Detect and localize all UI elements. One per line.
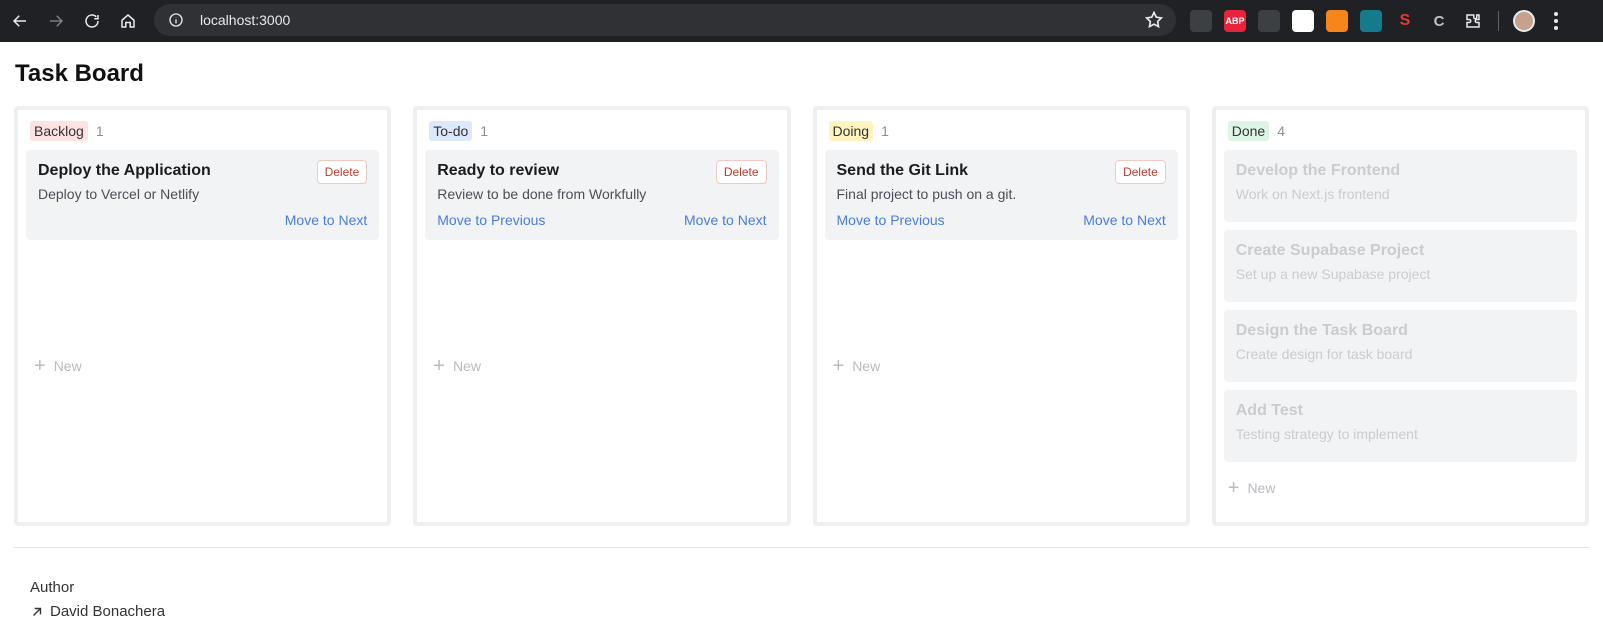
task-title: Create Supabase Project — [1235, 242, 1425, 259]
author-link[interactable]: David Bonachera — [30, 603, 165, 620]
metamask-icon[interactable] — [1326, 10, 1348, 32]
author-name[interactable]: David Bonachera — [50, 603, 165, 620]
page-title: Task Board — [15, 60, 144, 87]
column-header: To-do 1 — [425, 120, 778, 142]
new-task-label: New — [1247, 480, 1276, 496]
address-bar[interactable]: localhost:3000 — [154, 4, 1176, 36]
task-card[interactable]: Create Supabase Project Set up a new Supa… — [1223, 230, 1577, 302]
plus-icon: + — [832, 355, 845, 377]
card-actions: Move to Previous Move to Next — [437, 212, 766, 230]
bookmark-star-icon[interactable] — [1144, 10, 1164, 30]
site-info-icon[interactable] — [166, 10, 186, 30]
task-title: Develop the Frontend — [1235, 162, 1401, 179]
reload-icon[interactable] — [74, 3, 110, 39]
task-description: Work on Next.js frontend — [1235, 186, 1390, 202]
plus-icon: + — [433, 355, 445, 377]
column-count: 1 — [95, 123, 104, 139]
teal-ext-icon[interactable] — [1360, 10, 1382, 32]
red-s-ext-icon[interactable]: S — [1394, 10, 1416, 32]
task-title: Add Test — [1235, 402, 1304, 419]
task-card[interactable]: Deploy the Application Deploy to Vercel o… — [26, 150, 380, 240]
forward-icon[interactable] — [38, 3, 74, 39]
toolbar-separator — [1498, 11, 1499, 31]
new-task-label: New — [852, 358, 881, 374]
column-count: 1 — [881, 123, 889, 139]
cloud-ext-icon[interactable] — [1190, 10, 1212, 32]
add-new-task-button[interactable]: + New — [429, 356, 481, 376]
column-header: Backlog 1 — [26, 120, 379, 142]
task-description: Deploy to Vercel or Netlify — [38, 186, 200, 202]
move-next-link[interactable]: Move to Next — [684, 212, 766, 230]
task-card[interactable]: Send the Git Link Final project to push o… — [824, 150, 1178, 240]
c-ext-icon[interactable]: C — [1428, 10, 1450, 32]
task-description: Set up a new Supabase project — [1235, 266, 1431, 282]
task-description: Create design for task board — [1235, 346, 1413, 362]
puzzle-extensions-icon[interactable] — [1462, 10, 1484, 32]
task-description: Review to be done from Workfully — [437, 186, 647, 202]
plus-icon: + — [1227, 477, 1240, 499]
add-new-task-button[interactable]: + New — [30, 356, 82, 376]
url-text[interactable]: localhost:3000 — [200, 12, 290, 28]
home-icon[interactable] — [110, 3, 146, 39]
column-status-badge: Done — [1227, 121, 1270, 141]
column-status-badge: Doing — [828, 121, 874, 141]
eyes-ext-icon[interactable] — [1292, 10, 1314, 32]
plus-icon: + — [34, 355, 46, 377]
author-label: Author — [30, 579, 75, 596]
task-description: Final project to push on a git. — [836, 186, 1017, 202]
back-icon[interactable] — [2, 3, 38, 39]
move-next-link[interactable]: Move to Next — [285, 212, 367, 230]
column-count: 1 — [480, 123, 489, 139]
profile-avatar[interactable] — [1513, 10, 1535, 32]
new-task-label: New — [53, 358, 82, 374]
card-actions: Move to Next — [38, 212, 367, 230]
add-new-task-button[interactable]: + New — [1224, 478, 1577, 498]
glasses-ext-icon[interactable] — [1258, 10, 1280, 32]
column-todo: To-do 1 Ready to review Review to be done f… — [413, 106, 791, 526]
add-new-task-button[interactable]: + New — [829, 356, 881, 376]
browser-menu-icon[interactable] — [1547, 10, 1565, 32]
extensions-bar: ABP S C — [1190, 6, 1565, 36]
external-link-arrow-icon — [30, 605, 44, 619]
column-count: 4 — [1277, 123, 1286, 139]
task-card[interactable]: Ready to review Review to be done from Wo… — [425, 150, 779, 240]
browser-toolbar: localhost:3000 ABP S C — [0, 0, 1603, 42]
move-next-link[interactable]: Move to Next — [1083, 212, 1165, 230]
task-description: Testing strategy to implement — [1235, 426, 1418, 442]
column-status-badge: To-do — [429, 121, 473, 141]
column-doing: Doing 1 Send the Git Link Final project to … — [812, 106, 1190, 526]
column-header: Done 4 — [1224, 120, 1577, 142]
task-board: Backlog 1 Deploy the Application Deploy to … — [14, 106, 1589, 526]
task-title: Design the Task Board — [1235, 322, 1408, 339]
delete-button[interactable]: Delete — [1115, 160, 1166, 184]
card-actions: Move to Previous Move to Next — [837, 212, 1166, 230]
move-previous-link[interactable]: Move to Previous — [437, 212, 545, 230]
task-card[interactable]: Design the Task Board Create design for t… — [1223, 310, 1577, 382]
column-status-badge: Backlog — [30, 121, 88, 141]
delete-button[interactable]: Delete — [715, 160, 767, 184]
column-header: Doing 1 — [825, 120, 1178, 142]
column-done: Done 4 Develop the Frontend Work on Next.js… — [1211, 106, 1589, 526]
new-task-label: New — [452, 358, 481, 374]
task-card[interactable]: Develop the Frontend Work on Next.js fron… — [1223, 150, 1577, 222]
move-previous-link[interactable]: Move to Previous — [837, 212, 945, 230]
task-card[interactable]: Add Test Testing strategy to implement — [1223, 390, 1577, 462]
adblock-plus-icon[interactable]: ABP — [1224, 10, 1246, 32]
delete-button[interactable]: Delete — [316, 160, 368, 184]
footer-divider — [14, 547, 1589, 548]
column-backlog: Backlog 1 Deploy the Application Deploy to … — [14, 106, 392, 526]
